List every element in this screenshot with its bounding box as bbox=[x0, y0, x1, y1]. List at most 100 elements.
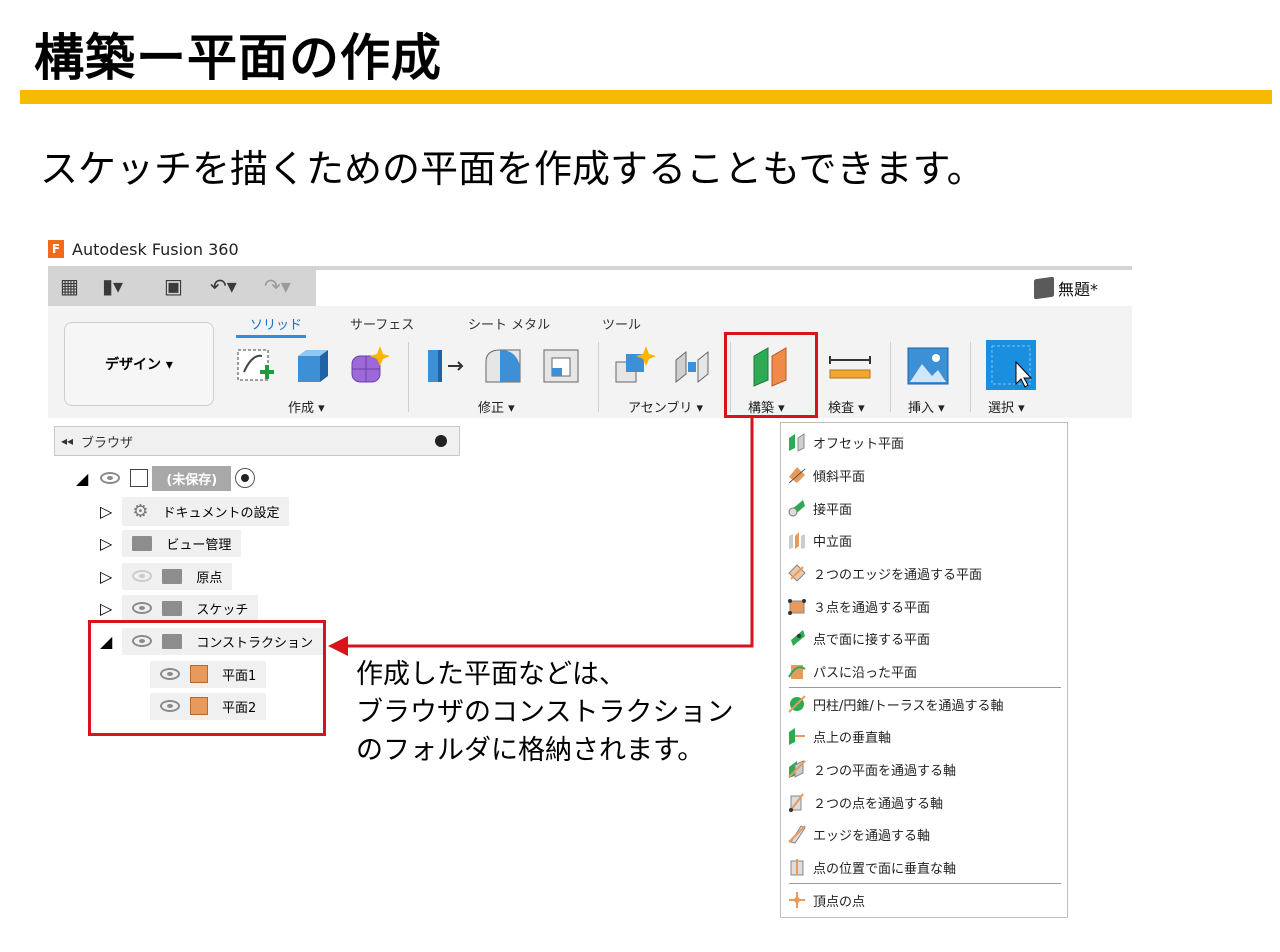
active-tab-indicator bbox=[236, 335, 306, 338]
menu-item-label: 点で面に接する平面 bbox=[813, 632, 931, 648]
menu-item-label: 傾斜平面 bbox=[813, 469, 866, 485]
construct-dropdown-menu: オフセット平面 傾斜平面 接平面 中立面 ２つのエッジを通過する平面 ３点を通過… bbox=[780, 422, 1068, 918]
perpendicular-axis-icon bbox=[789, 728, 805, 745]
fusion-logo-icon: F bbox=[48, 240, 64, 258]
menu-item-axis-perpendicular-to-face[interactable]: 点の位置で面に垂直な軸 bbox=[787, 852, 956, 882]
browser-item-label: ビュー管理 bbox=[166, 537, 232, 553]
group-select[interactable]: 選択 ▾ bbox=[988, 397, 1025, 416]
browser-item-label: 原点 bbox=[196, 570, 223, 586]
group-insert[interactable]: 挿入 ▾ bbox=[908, 397, 945, 416]
expand-triangle-icon[interactable]: ▷ bbox=[100, 567, 112, 586]
browser-title: ブラウザ bbox=[81, 435, 134, 451]
ribbon-separator bbox=[598, 342, 599, 412]
expand-triangle-icon[interactable]: ▷ bbox=[100, 599, 112, 618]
browser-item-label: スケッチ bbox=[196, 602, 249, 618]
menu-item-label: ３点を通過する平面 bbox=[813, 600, 931, 616]
menu-item-label: エッジを通過する軸 bbox=[813, 828, 931, 844]
browser-item-sketches[interactable]: ▷ スケッチ bbox=[100, 594, 259, 622]
press-pull-icon[interactable] bbox=[424, 344, 468, 388]
save-icon[interactable]: ▣ bbox=[164, 274, 183, 298]
collapse-icon[interactable]: ◂◂ bbox=[61, 434, 73, 448]
collapse-triangle-icon[interactable]: ◢ bbox=[76, 469, 88, 488]
group-inspect[interactable]: 検査 ▾ bbox=[828, 397, 865, 416]
joint-icon[interactable] bbox=[670, 344, 714, 388]
menu-item-plane-along-path[interactable]: パスに沿った平面 bbox=[787, 656, 917, 686]
menu-item-point-at-vertex[interactable]: 頂点の点 bbox=[787, 885, 865, 915]
insert-image-icon[interactable] bbox=[906, 344, 950, 388]
browser-item-bg: ビュー管理 bbox=[122, 529, 242, 557]
redo-icon[interactable]: ↷▾ bbox=[264, 274, 291, 298]
gear-icon: ⚙ bbox=[132, 500, 149, 522]
document-title: 無題* bbox=[1034, 276, 1098, 300]
menu-item-axis-through-two-planes[interactable]: ２つの平面を通過する軸 bbox=[787, 754, 956, 784]
browser-item-view-management[interactable]: ▷ ビュー管理 bbox=[100, 529, 242, 557]
eye-icon[interactable] bbox=[132, 602, 153, 614]
two-points-axis-icon bbox=[789, 793, 804, 812]
menu-item-label: ２つの平面を通過する軸 bbox=[813, 763, 957, 779]
select-icon[interactable] bbox=[986, 340, 1036, 390]
tab-sheet-metal[interactable]: シート メタル bbox=[468, 314, 550, 333]
tangent-plane-icon bbox=[788, 500, 805, 517]
measure-icon[interactable] bbox=[828, 344, 872, 388]
menu-item-label: 頂点の点 bbox=[813, 894, 866, 910]
app-titlebar: F Autodesk Fusion 360 bbox=[48, 236, 239, 262]
menu-item-axis-through-two-points[interactable]: ２つの点を通過する軸 bbox=[787, 787, 943, 817]
menu-item-plane-through-two-edges[interactable]: ２つのエッジを通過する平面 bbox=[787, 558, 982, 588]
menu-item-label: 点上の垂直軸 bbox=[813, 730, 892, 746]
file-icon[interactable]: ▮▾ bbox=[102, 274, 123, 298]
menu-item-plane-at-angle[interactable]: 傾斜平面 bbox=[787, 460, 865, 490]
ribbon-separator bbox=[408, 342, 409, 412]
fillet-icon[interactable] bbox=[482, 344, 526, 388]
app-name: Autodesk Fusion 360 bbox=[72, 239, 239, 259]
root-component-label[interactable]: (未保存) bbox=[152, 465, 232, 491]
ribbon-separator bbox=[970, 342, 971, 412]
browser-item-document-settings[interactable]: ▷ ⚙ ドキュメントの設定 bbox=[100, 496, 290, 526]
tab-tools[interactable]: ツール bbox=[602, 314, 641, 333]
browser-root-row[interactable]: ◢ (未保存) bbox=[76, 464, 256, 492]
quick-access-bar: ▦ ▮▾ ▣ ↶▾ ↷▾ bbox=[48, 266, 316, 306]
shell-icon[interactable] bbox=[540, 344, 584, 388]
offset-plane-icon bbox=[789, 433, 805, 452]
ribbon-separator bbox=[890, 342, 891, 412]
menu-item-label: ２つの点を通過する軸 bbox=[813, 796, 944, 812]
menu-item-axis-through-cylinder[interactable]: 円柱/円錐/トーラスを通過する軸 bbox=[787, 689, 1004, 719]
browser-item-bg: ⚙ ドキュメントの設定 bbox=[122, 496, 290, 526]
expand-triangle-icon[interactable]: ▷ bbox=[100, 534, 112, 553]
menu-item-axis-through-edge[interactable]: エッジを通過する軸 bbox=[787, 819, 930, 849]
form-icon[interactable] bbox=[346, 344, 390, 388]
new-component-icon[interactable] bbox=[612, 344, 656, 388]
menu-item-plane-through-three-points[interactable]: ３点を通過する平面 bbox=[787, 591, 930, 621]
menu-separator bbox=[789, 687, 1061, 688]
menu-item-plane-tangent-at-point[interactable]: 点で面に接する平面 bbox=[787, 623, 930, 653]
menu-item-tangent-plane[interactable]: 接平面 bbox=[787, 493, 852, 523]
menu-item-midplane[interactable]: 中立面 bbox=[787, 525, 852, 555]
eye-hidden-icon[interactable] bbox=[132, 570, 153, 582]
browser-item-bg: 原点 bbox=[122, 562, 233, 590]
grid-icon[interactable]: ▦ bbox=[60, 274, 79, 298]
extrude-icon[interactable] bbox=[290, 344, 334, 388]
tab-solid[interactable]: ソリッド bbox=[250, 314, 302, 333]
component-icon bbox=[130, 469, 149, 487]
angle-plane-icon bbox=[788, 467, 806, 484]
slide-title: 構築ー平面の作成 bbox=[34, 29, 442, 87]
folder-icon bbox=[162, 568, 183, 584]
title-underline bbox=[20, 90, 1272, 104]
expand-triangle-icon[interactable]: ▷ bbox=[100, 502, 112, 521]
menu-item-offset-plane[interactable]: オフセット平面 bbox=[787, 427, 904, 457]
along-path-plane-icon bbox=[788, 665, 806, 679]
workspace-switcher[interactable]: デザイン ▾ bbox=[64, 322, 214, 406]
edge-axis-icon bbox=[788, 825, 806, 844]
annotation-line: ブラウザのコンストラクション bbox=[356, 697, 734, 728]
annotation-line: のフォルダに格納されます。 bbox=[356, 735, 705, 766]
activate-icon[interactable] bbox=[235, 468, 256, 488]
create-sketch-icon[interactable] bbox=[234, 344, 278, 388]
two-planes-axis-icon bbox=[788, 760, 806, 778]
browser-item-origin[interactable]: ▷ 原点 bbox=[100, 562, 233, 590]
menu-item-label: 中立面 bbox=[813, 534, 853, 550]
menu-item-axis-perpendicular-at-point[interactable]: 点上の垂直軸 bbox=[787, 721, 891, 751]
vertex-point-icon bbox=[789, 892, 805, 908]
eye-icon[interactable] bbox=[100, 472, 121, 484]
undo-icon[interactable]: ↶▾ bbox=[210, 274, 237, 298]
annotation-line: 作成した平面などは、 bbox=[356, 659, 626, 690]
tab-surface[interactable]: サーフェス bbox=[350, 314, 414, 333]
